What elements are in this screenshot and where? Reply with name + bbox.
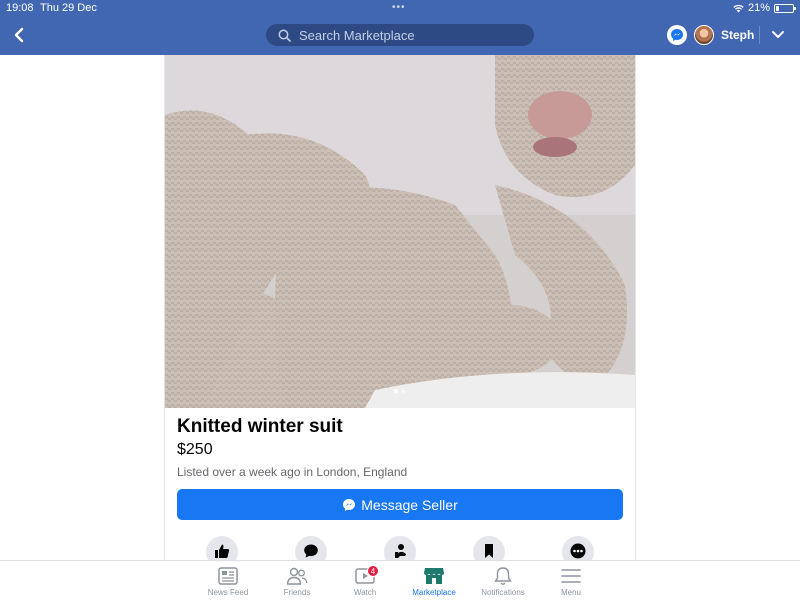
header-divider [759, 26, 760, 44]
status-date: Thu 29 Dec [40, 2, 97, 14]
search-input[interactable] [299, 27, 519, 43]
tab-label: Friends [283, 588, 311, 597]
tab-label: News Feed [207, 588, 249, 597]
marketplace-icon [422, 566, 446, 586]
avatar[interactable] [694, 25, 714, 45]
listing-meta: Listed over a week ago in London, Englan… [177, 465, 408, 479]
listing-price: $250 [177, 441, 213, 458]
tab-label: Menu [560, 588, 581, 597]
back-button[interactable] [8, 24, 30, 46]
listing-title: Knitted winter suit [177, 416, 343, 437]
account-menu-button[interactable] [770, 28, 786, 42]
battery-icon [774, 4, 796, 13]
photo-pagination [394, 389, 405, 393]
search-bar[interactable] [266, 24, 534, 46]
chevron-down-icon [772, 31, 784, 38]
multitasking-dots[interactable]: ••• [392, 0, 406, 16]
messenger-icon [671, 29, 683, 41]
listing-card: Knitted winter suit $250 Listed over a w… [164, 55, 636, 568]
back-arrow-icon [14, 27, 24, 43]
message-seller-label: Message Seller [361, 496, 458, 513]
status-time: 19:08 [6, 2, 34, 14]
listing-actions [165, 536, 635, 568]
tab-friends[interactable]: Friends [262, 566, 332, 598]
photo-dot[interactable] [394, 389, 398, 393]
photo-dot[interactable] [401, 389, 405, 393]
tab-news-feed[interactable]: News Feed [193, 566, 263, 598]
top-header: 19:08 Thu 29 Dec ••• 21% Search Marketpl… [0, 0, 800, 55]
wifi-icon [733, 4, 744, 12]
share-icon [395, 544, 406, 558]
battery-level-fill [776, 6, 779, 11]
watch-badge: 4 [367, 565, 379, 577]
profile-name[interactable]: Steph [721, 28, 754, 42]
tab-label: Watch [353, 588, 377, 597]
messenger-button[interactable] [667, 25, 687, 45]
messenger-icon [343, 498, 356, 511]
search-icon [278, 29, 291, 42]
comment-icon [304, 544, 318, 558]
friends-icon [285, 566, 309, 586]
message-seller-button[interactable]: Message Seller [177, 489, 623, 520]
tab-menu[interactable]: Menu [536, 566, 606, 598]
tab-marketplace[interactable]: Marketplace [399, 566, 469, 598]
bottom-tab-bar: News Feed Friends 4 Watch Marketplace No… [0, 560, 800, 600]
tab-label: Marketplace [412, 588, 456, 597]
tab-notifications[interactable]: Notifications [468, 566, 538, 598]
more-icon [570, 543, 586, 559]
bell-icon [491, 566, 515, 586]
watch-icon: 4 [353, 565, 379, 586]
listing-photo[interactable] [165, 55, 635, 408]
status-bar: 19:08 Thu 29 Dec ••• 21% [0, 0, 800, 16]
save-icon [485, 544, 493, 558]
tab-label: Notifications [481, 588, 525, 597]
menu-icon [559, 566, 583, 586]
tab-watch[interactable]: 4 Watch [330, 565, 400, 598]
like-icon [215, 544, 230, 558]
battery-percent: 21% [747, 2, 770, 14]
status-indicators: 21% [733, 0, 796, 16]
news-feed-icon [216, 566, 240, 586]
knitted-suit-photo [165, 55, 635, 408]
